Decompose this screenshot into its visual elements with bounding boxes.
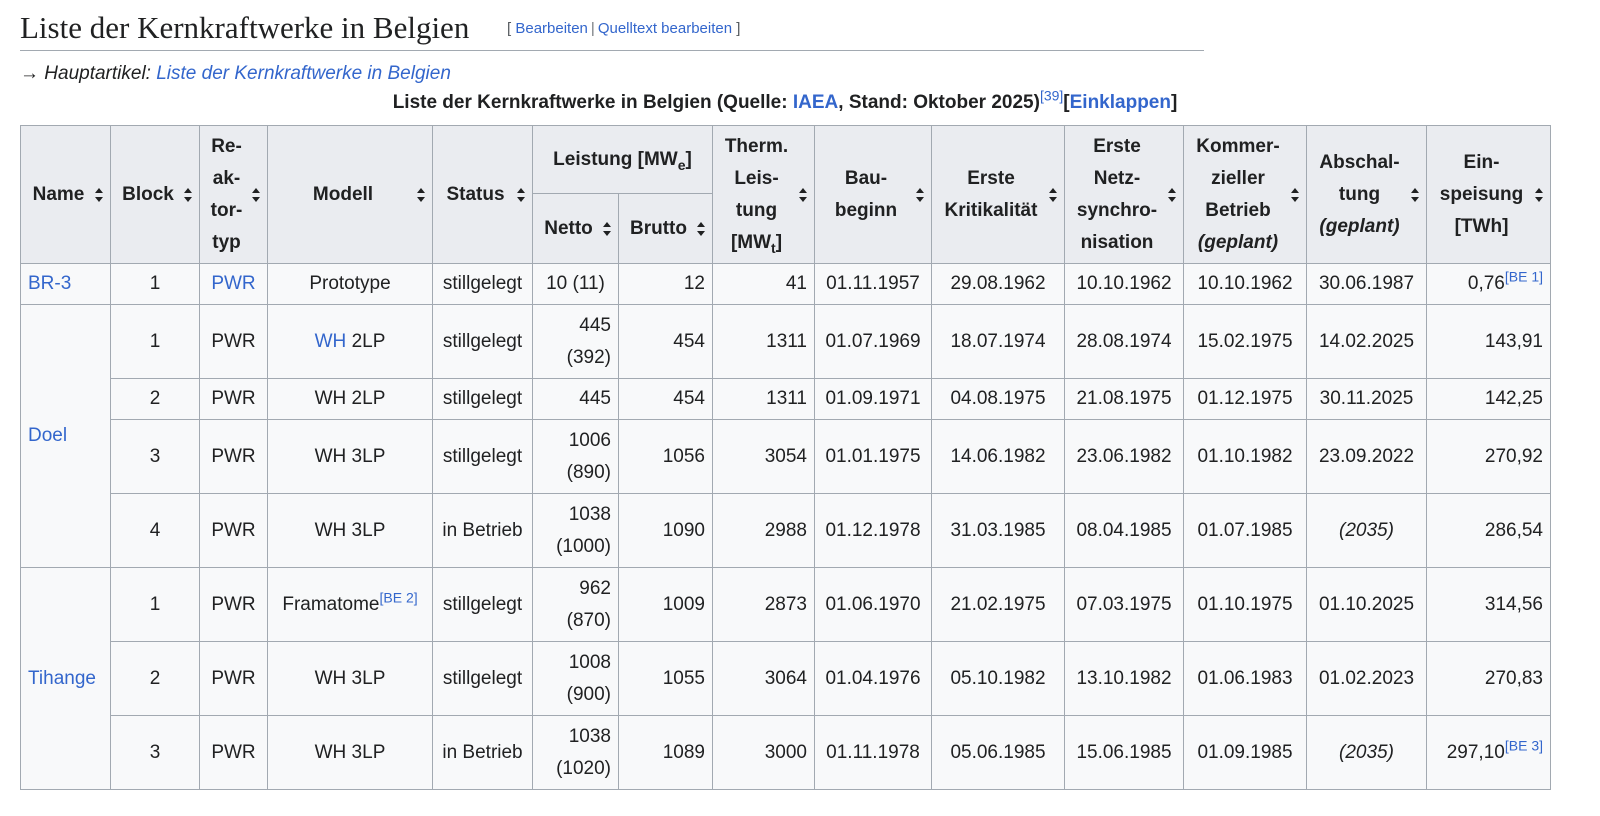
header-block[interactable]: Block xyxy=(110,125,200,264)
table-row: Doel 1 PWR WH 2LP stillgelegt 445 (392) … xyxy=(20,304,1551,568)
sort-icon[interactable] xyxy=(1535,187,1543,202)
iaea-link[interactable]: IAEA xyxy=(793,92,838,113)
header-name[interactable]: Name xyxy=(20,125,111,264)
edit-link[interactable]: Bearbeiten xyxy=(515,20,588,37)
wh-link[interactable]: WH xyxy=(315,331,347,352)
plant-name: BR-3 xyxy=(20,263,111,305)
header-criticality[interactable]: Erste Kritikalität xyxy=(931,125,1065,264)
reference-be2[interactable]: [BE 2] xyxy=(380,589,418,605)
sort-icon[interactable] xyxy=(1168,187,1176,202)
sort-icon[interactable] xyxy=(184,187,192,202)
table-row: Tihange 1 PWR Framatome[BE 2] stillgeleg… xyxy=(20,567,1551,790)
header-commercial[interactable]: Kommer-zieller Betrieb (geplant) xyxy=(1183,125,1307,264)
hatnote: → Hauptartikel: Liste der Kernkraftwerke… xyxy=(20,63,451,85)
table-row: BR-3 1 PWR Prototype stillgelegt 10 (11)… xyxy=(20,263,1551,305)
edit-section-links: [ Bearbeiten | Quelltext bearbeiten ] xyxy=(507,20,741,37)
table-caption: Liste der Kernkraftwerke in Belgien (Que… xyxy=(392,87,1178,113)
header-feed-in[interactable]: Ein-speisung [TWh] xyxy=(1426,125,1551,264)
collapse-toggle[interactable]: Einklappen xyxy=(1070,92,1171,113)
header-status[interactable]: Status xyxy=(432,125,533,264)
header-net[interactable]: Netto xyxy=(532,193,619,264)
table-row: 3 PWR WH 3LP stillgelegt 1006 (890) 1056… xyxy=(21,419,1551,494)
model-cell: WH 2LP xyxy=(267,304,433,379)
table-row: 2 PWR WH 3LP stillgelegt 1008 (900) 1055… xyxy=(21,641,1551,716)
reference-39[interactable]: [39] xyxy=(1040,88,1063,104)
header-power: Leistung [MWe] xyxy=(532,125,713,194)
header-reactor-type[interactable]: Re-ak-tor-typ xyxy=(199,125,268,264)
edit-source-link[interactable]: Quelltext bearbeiten xyxy=(598,20,732,37)
pwr-link[interactable]: PWR xyxy=(211,273,255,294)
header-thermal-power[interactable]: Therm. Leis-tung [MWt] xyxy=(712,125,815,264)
plant-name: Tihange xyxy=(20,567,111,790)
reference-be3[interactable]: [BE 3] xyxy=(1505,737,1543,753)
sort-icon[interactable] xyxy=(517,187,525,202)
sort-icon[interactable] xyxy=(95,187,103,202)
sort-icon[interactable] xyxy=(1411,187,1419,202)
header-model[interactable]: Modell xyxy=(267,125,433,264)
sort-icon[interactable] xyxy=(417,187,425,202)
reference-be1[interactable]: [BE 1] xyxy=(1505,269,1543,285)
table-row: 3 PWR WH 3LP in Betrieb 1038 (1020) 1089… xyxy=(21,715,1551,790)
table-row: 4 PWR WH 3LP in Betrieb 1038 (1000) 1090… xyxy=(21,493,1551,568)
plant-link-tihange[interactable]: Tihange xyxy=(28,668,96,689)
plant-link-br3[interactable]: BR-3 xyxy=(28,273,71,294)
header-shutdown[interactable]: Abschal-tung (geplant) xyxy=(1306,125,1427,264)
model-cell: Framatome[BE 2] xyxy=(267,567,433,642)
arrow-right-icon: → xyxy=(20,63,39,84)
header-gross[interactable]: Brutto xyxy=(618,193,713,264)
header-construction[interactable]: Bau-beginn xyxy=(814,125,932,264)
sort-icon[interactable] xyxy=(1291,187,1299,202)
feed-cell: 297,10[BE 3] xyxy=(1426,715,1551,790)
main-article-link[interactable]: Liste der Kernkraftwerke in Belgien xyxy=(156,63,451,84)
reactor-table: Name Block Re-ak-tor-typ Modell Status L… xyxy=(20,125,1551,790)
sort-icon[interactable] xyxy=(697,221,705,236)
plant-name: Doel xyxy=(20,304,111,568)
header-grid-sync[interactable]: Erste Netz-synchro-nisation xyxy=(1064,125,1184,264)
section-title: Liste der Kernkraftwerke in Belgien xyxy=(20,10,470,45)
sort-icon[interactable] xyxy=(1049,187,1057,202)
sort-icon[interactable] xyxy=(799,187,807,202)
sort-icon[interactable] xyxy=(603,221,611,236)
hatnote-prefix: Hauptartikel: xyxy=(44,63,151,84)
feed-cell: 0,76[BE 1] xyxy=(1426,263,1551,305)
sort-icon[interactable] xyxy=(252,187,260,202)
reactor-type: PWR xyxy=(199,263,268,305)
plant-link-doel[interactable]: Doel xyxy=(28,425,67,446)
table-row: 2 PWR WH 2LP stillgelegt 445 454 1311 01… xyxy=(21,378,1551,420)
sort-icon[interactable] xyxy=(916,187,924,202)
section-heading: Liste der Kernkraftwerke in Belgien [ Be… xyxy=(20,4,1204,51)
